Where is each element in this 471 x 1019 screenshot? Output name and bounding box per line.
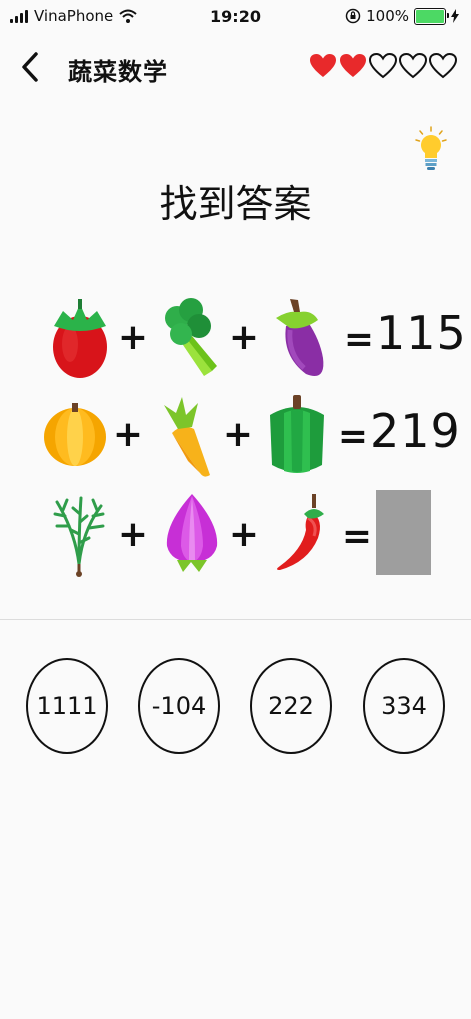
herb-icon [53,496,105,577]
pumpkin-icon [44,403,106,466]
divider [0,619,471,620]
eggplant-icon [276,299,324,376]
status-right: 100% [345,7,459,25]
heart-filled-icon [310,54,336,77]
back-arrow-icon[interactable] [14,50,48,84]
chili-pepper-icon [277,494,324,570]
answer-option-1[interactable]: 1111 [26,658,108,754]
plus-operator: + [117,514,149,555]
charging-icon [451,9,459,23]
tomato-icon [53,299,107,378]
green-pepper-icon [270,395,324,473]
equals-sign: = [337,416,369,457]
answer-option-4[interactable]: 334 [363,658,445,754]
equals-sign: = [343,319,375,360]
heart-empty-icon [429,53,457,79]
plus-operator: + [228,317,260,358]
nav-bar: 蔬菜数学 [0,40,471,94]
battery-percent: 100% [366,7,409,25]
page-title: 蔬菜数学 [68,58,168,86]
equals-sign: = [341,516,373,557]
broccoli-icon [165,298,217,376]
onion-icon [166,494,218,572]
answer-blank [376,490,431,575]
hint-lightbulb-icon[interactable] [414,126,448,174]
answer-option-3[interactable]: 222 [250,658,332,754]
carrot-icon [164,397,210,477]
heart-empty-icon [399,53,427,79]
status-bar: VinaPhone 19:20 100% [0,0,471,34]
plus-operator: + [117,317,149,358]
plus-operator: + [228,514,260,555]
plus-operator: + [222,414,254,455]
plus-operator: + [112,414,144,455]
answer-option-2[interactable]: -104 [138,658,220,754]
equation-result: 115 [376,306,467,360]
heart-empty-icon [369,53,397,79]
heart-filled-icon [340,54,366,77]
question-prompt: 找到答案 [159,182,312,226]
lives-indicator [309,53,457,79]
battery-icon [414,7,449,25]
equation-result: 219 [370,404,461,458]
rotation-lock-icon [345,8,361,24]
